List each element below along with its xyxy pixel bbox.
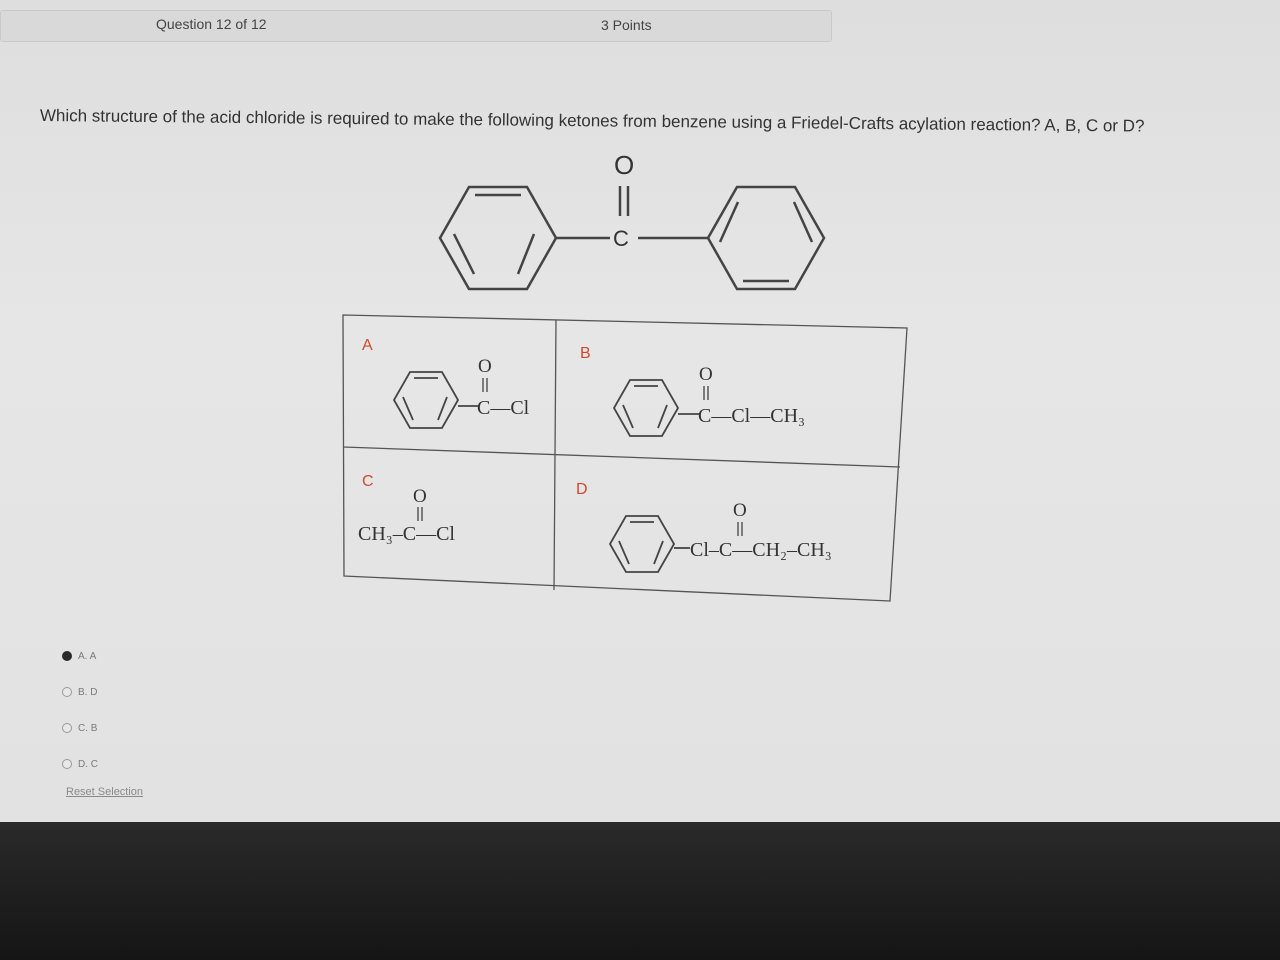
answer-options: A. A B. D C. B D. C Reset Selection: [62, 638, 143, 798]
question-header: Question 12 of 12 3 Points: [0, 10, 832, 42]
answer-grid: A O C—Cl B O C—Cl—CH₃ C O CH₃–C—Cl D O C…: [342, 314, 908, 602]
option-a[interactable]: A. A: [62, 638, 143, 674]
left-benzene-ring: [438, 185, 558, 291]
cell-b-benzene: [612, 379, 680, 437]
cell-c-oxygen: O: [413, 486, 427, 507]
cell-a: A O C—Cl: [362, 337, 530, 429]
cell-d-benzene: [608, 515, 676, 573]
option-c-label[interactable]: C. B: [78, 723, 97, 734]
option-d-radio[interactable]: [62, 759, 72, 769]
carbonyl-oxygen: O: [614, 150, 634, 180]
cell-d-oxygen: O: [733, 500, 747, 521]
option-c-radio[interactable]: [62, 723, 72, 733]
right-benzene-ring: [706, 185, 826, 291]
cell-b-label: B: [580, 345, 591, 362]
carbonyl-carbon: C: [613, 226, 629, 251]
target-structure: O C: [438, 150, 826, 291]
cell-a-oxygen: O: [478, 356, 492, 377]
question-text: Which structure of the acid chloride is …: [39, 106, 1145, 136]
reset-selection-link[interactable]: Reset Selection: [66, 786, 143, 798]
monitor-bezel: [0, 822, 1280, 960]
option-b[interactable]: B. D: [62, 674, 143, 710]
cell-c-formula: CH₃–C—Cl: [358, 523, 455, 545]
question-number: Question 12 of 12: [156, 16, 267, 32]
cell-b-formula: C—Cl—CH₃: [698, 405, 805, 427]
cell-a-formula: C—Cl: [477, 397, 530, 419]
option-d-label[interactable]: D. C: [78, 759, 98, 770]
grid-horizontal-divider: [342, 446, 901, 468]
cell-a-label: A: [362, 337, 373, 354]
option-a-label[interactable]: A. A: [78, 651, 96, 662]
screen: Question 12 of 12 3 Points Which structu…: [0, 0, 1280, 822]
cell-a-benzene: [392, 371, 460, 429]
option-a-radio[interactable]: [62, 651, 72, 661]
option-b-radio[interactable]: [62, 687, 72, 697]
cell-d-formula: Cl–C—CH₂–CH₃: [690, 539, 832, 561]
option-d[interactable]: D. C: [62, 746, 143, 782]
cell-c-label: C: [362, 473, 374, 490]
question-points: 3 Points: [601, 17, 652, 33]
option-c[interactable]: C. B: [62, 710, 143, 746]
cell-d-label: D: [576, 481, 588, 498]
cell-b: B O C—Cl—CH₃: [580, 345, 805, 437]
cell-c: C O CH₃–C—Cl: [358, 473, 455, 545]
option-b-label[interactable]: B. D: [78, 687, 97, 698]
cell-b-oxygen: O: [699, 364, 713, 385]
cell-d: D O Cl–C—CH₂–CH₃: [576, 481, 832, 573]
